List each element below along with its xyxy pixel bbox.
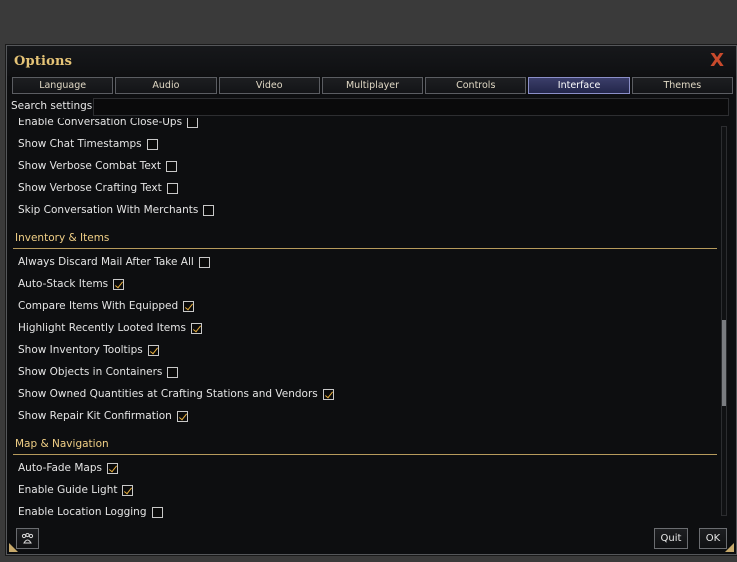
option-enable-guide-light[interactable]: Enable Guide Light	[7, 479, 719, 501]
option-enable-location-logging[interactable]: Enable Location Logging	[7, 501, 719, 520]
option-skip-conversation-with-merchants[interactable]: Skip Conversation With Merchants	[7, 199, 719, 221]
title-bar: Options X	[7, 46, 736, 76]
checkbox[interactable]	[151, 506, 163, 518]
option-label: Compare Items With Equipped	[18, 300, 179, 312]
options-window: Options X Language Audio Video Multiplay…	[6, 45, 737, 555]
tab-video[interactable]: Video	[218, 77, 320, 94]
checkbox[interactable]	[176, 410, 188, 422]
checkbox[interactable]	[190, 322, 202, 334]
search-row: Search settings	[7, 98, 736, 116]
option-label: Show Repair Kit Confirmation	[18, 410, 172, 422]
option-label: Show Chat Timestamps	[18, 138, 142, 150]
option-auto-stack-items[interactable]: Auto-Stack Items	[7, 273, 719, 295]
option-label: Enable Guide Light	[18, 484, 118, 496]
tab-bar: Language Audio Video Multiplayer Control…	[12, 77, 733, 94]
checkbox[interactable]	[322, 388, 334, 400]
option-label: Enable Conversation Close-Ups	[18, 118, 183, 128]
option-label: Enable Location Logging	[18, 506, 147, 518]
corner-ornament-right	[725, 543, 734, 552]
corner-ornament-left	[9, 543, 18, 552]
checkbox[interactable]	[198, 256, 210, 268]
checkbox[interactable]	[166, 182, 178, 194]
search-label: Search settings	[11, 100, 93, 112]
checkbox[interactable]	[122, 484, 134, 496]
option-label: Show Objects in Containers	[18, 366, 163, 378]
option-label: Show Inventory Tooltips	[18, 344, 143, 356]
tab-multiplayer[interactable]: Multiplayer	[321, 77, 424, 94]
settings-list-content: Enable Conversation Close-Ups Show Chat …	[7, 118, 719, 520]
option-highlight-recently-looted[interactable]: Highlight Recently Looted Items	[7, 317, 719, 339]
paw-icon-button[interactable]	[16, 528, 39, 549]
option-label: Show Verbose Crafting Text	[18, 182, 162, 194]
option-show-objects-in-containers[interactable]: Show Objects in Containers	[7, 361, 719, 383]
checkbox[interactable]	[106, 462, 118, 474]
option-show-chat-timestamps[interactable]: Show Chat Timestamps	[7, 133, 719, 155]
tab-audio[interactable]: Audio	[115, 77, 217, 94]
settings-list: Enable Conversation Close-Ups Show Chat …	[7, 118, 719, 520]
checkbox[interactable]	[146, 138, 158, 150]
tab-interface[interactable]: Interface	[528, 77, 630, 94]
option-always-discard-mail[interactable]: Always Discard Mail After Take All	[7, 251, 719, 273]
option-show-owned-quantities[interactable]: Show Owned Quantities at Crafting Statio…	[7, 383, 719, 405]
window-title: Options	[14, 54, 73, 69]
ok-button[interactable]: OK	[699, 528, 727, 549]
option-label: Show Owned Quantities at Crafting Statio…	[18, 388, 318, 400]
option-label: Auto-Stack Items	[18, 278, 109, 290]
search-input[interactable]	[93, 98, 729, 116]
option-label: Always Discard Mail After Take All	[18, 256, 194, 268]
option-auto-fade-maps[interactable]: Auto-Fade Maps	[7, 457, 719, 479]
close-icon[interactable]: X	[710, 50, 724, 71]
option-label: Show Verbose Combat Text	[18, 160, 161, 172]
option-enable-conversation-close-ups[interactable]: Enable Conversation Close-Ups	[7, 118, 719, 133]
option-show-verbose-crafting-text[interactable]: Show Verbose Crafting Text	[7, 177, 719, 199]
option-label: Skip Conversation With Merchants	[18, 204, 199, 216]
option-label: Auto-Fade Maps	[18, 462, 102, 474]
paw-icon	[21, 532, 34, 544]
tab-controls[interactable]: Controls	[425, 77, 527, 94]
option-compare-items-with-equipped[interactable]: Compare Items With Equipped	[7, 295, 719, 317]
checkbox[interactable]	[203, 204, 215, 216]
scrollbar-thumb[interactable]	[722, 320, 726, 406]
option-label: Highlight Recently Looted Items	[18, 322, 186, 334]
section-header-inventory: Inventory & Items	[7, 227, 719, 249]
section-header-map: Map & Navigation	[7, 433, 719, 455]
quit-button[interactable]: Quit	[654, 528, 688, 549]
option-show-verbose-combat-text[interactable]: Show Verbose Combat Text	[7, 155, 719, 177]
checkbox[interactable]	[165, 160, 177, 172]
checkbox[interactable]	[113, 278, 125, 290]
scrollbar[interactable]	[721, 126, 727, 516]
tab-themes[interactable]: Themes	[631, 77, 733, 94]
tab-language[interactable]: Language	[12, 77, 114, 94]
checkbox[interactable]	[167, 366, 179, 378]
option-show-inventory-tooltips[interactable]: Show Inventory Tooltips	[7, 339, 719, 361]
checkbox[interactable]	[147, 344, 159, 356]
option-show-repair-kit-confirmation[interactable]: Show Repair Kit Confirmation	[7, 405, 719, 427]
checkbox[interactable]	[183, 300, 195, 312]
checkbox[interactable]	[187, 118, 199, 128]
